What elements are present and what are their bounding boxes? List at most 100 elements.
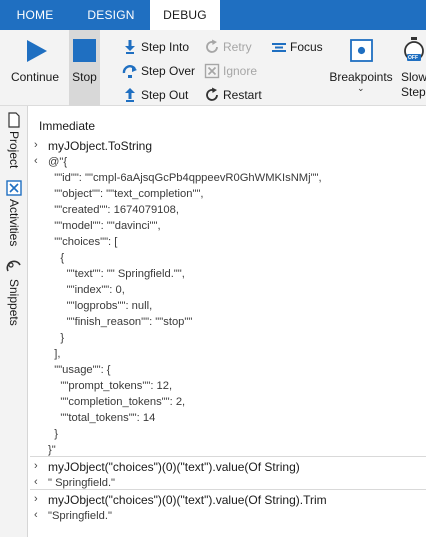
output-text: ""object"": ""text_completion"",	[48, 188, 204, 200]
step-into-button[interactable]: Step Into	[122, 37, 202, 57]
breakpoints-button[interactable]: Breakpoints ⌄	[328, 30, 394, 106]
step-into-label: Step Into	[141, 40, 190, 54]
side-tab-activities[interactable]: Activities	[3, 180, 25, 254]
output-line: ""text"": "" Springfield."",	[30, 267, 426, 281]
step-out-label: Step Out	[141, 88, 189, 102]
output-text: "Springfield."	[48, 510, 112, 522]
output-text: ""finish_reason"": ""stop""	[48, 316, 193, 328]
output-text: {	[48, 252, 65, 264]
immediate-output-area[interactable]: › myJObject.ToString ‹ @"{ ""id"": ""cmpl-6…	[30, 136, 426, 537]
output-line: ‹ "Springfield."	[30, 509, 426, 523]
output-line: ""id"": ""cmpl-6aAjsqGcPb4qppeevR0GhWMKI…	[30, 171, 426, 185]
output-text: }	[48, 332, 65, 344]
output-line: ""prompt_tokens"": 12,	[30, 379, 426, 393]
output-text: " Springfield."	[48, 477, 116, 489]
step-over-button[interactable]: Step Over	[122, 61, 202, 81]
output-line: ‹ @"{	[30, 155, 426, 169]
retry-icon	[206, 39, 218, 53]
output-text: ""id"": ""cmpl-6aAjsqGcPb4qppeevR0GhWMKI…	[48, 172, 322, 184]
input-arrow-icon: ›	[34, 493, 38, 505]
step-over-label: Step Over	[141, 64, 196, 78]
continue-label: Continue	[10, 70, 60, 84]
slow-step-button[interactable]: OFF Slow Step	[398, 30, 426, 106]
retry-label: Retry	[223, 40, 252, 54]
focus-label: Focus	[290, 40, 323, 54]
focus-button[interactable]: Focus	[271, 37, 327, 57]
output-text: ""created"": 1674079108,	[48, 204, 179, 216]
stop-button[interactable]: Stop	[69, 30, 100, 106]
output-text: ""usage"": {	[48, 364, 111, 376]
document-icon	[8, 112, 20, 128]
snippets-icon	[6, 260, 21, 272]
activities-icon	[6, 180, 22, 196]
output-line: {	[30, 251, 426, 265]
command-text: myJObject("choices")(0)("text").value(Of…	[48, 493, 327, 507]
stop-label: Stop	[72, 70, 97, 84]
output-line: }	[30, 331, 426, 345]
output-text: ""text"": "" Springfield."",	[48, 268, 185, 280]
restart-button[interactable]: Restart	[204, 85, 266, 105]
output-line: ""created"": 1674079108,	[30, 203, 426, 217]
ignore-button[interactable]: Ignore	[204, 61, 264, 81]
slow-step-badge: OFF	[408, 55, 418, 61]
output-line: ""index"": 0,	[30, 283, 426, 297]
input-arrow-icon: ›	[34, 460, 38, 472]
output-line: ‹ " Springfield."	[30, 476, 426, 490]
output-text: ""choices"": [	[48, 236, 118, 248]
output-text: ""completion_tokens"": 2,	[48, 396, 186, 408]
output-text: ""index"": 0,	[48, 284, 125, 296]
output-line: ""finish_reason"": ""stop""	[30, 315, 426, 329]
side-tab-project-label: Project	[7, 131, 21, 169]
stop-icon	[73, 39, 96, 62]
debug-ribbon: Continue Stop Step Into Step Over Step O…	[0, 30, 426, 106]
side-tab-snippets[interactable]: Snippets	[3, 260, 25, 330]
side-tab-project[interactable]: Project	[3, 112, 25, 176]
output-text: ""model"": ""davinci"",	[48, 220, 161, 232]
output-text: ""prompt_tokens"": 12,	[48, 380, 173, 392]
step-out-icon	[125, 88, 135, 102]
tab-home[interactable]: HOME	[0, 0, 70, 30]
output-line: ],	[30, 347, 426, 361]
retry-button[interactable]: Retry	[204, 37, 264, 57]
ribbon-tab-bar: HOME DESIGN DEBUG	[0, 0, 426, 30]
side-tab-activities-label: Activities	[7, 199, 21, 247]
output-line: ""completion_tokens"": 2,	[30, 395, 426, 409]
output-line: ""usage"": {	[30, 363, 426, 377]
result-arrow-icon: ‹	[34, 476, 38, 488]
output-text: ],	[48, 348, 61, 360]
breakpoints-icon	[350, 39, 373, 62]
immediate-panel: Immediate › myJObject.ToString ‹ @"{ ""id""…	[30, 112, 426, 537]
command-line: › myJObject("choices")(0)("text").value(O…	[30, 460, 426, 474]
play-icon	[27, 40, 47, 62]
step-into-icon	[125, 40, 135, 54]
step-over-icon	[122, 65, 137, 78]
entry-separator	[30, 456, 426, 457]
step-out-button[interactable]: Step Out	[122, 85, 202, 105]
tab-design[interactable]: DESIGN	[74, 0, 148, 30]
slow-step-label: Slow Step	[401, 70, 426, 99]
chevron-down-icon: ⌄	[357, 83, 365, 93]
command-line: › myJObject("choices")(0)("text").value(O…	[30, 493, 426, 507]
restart-label: Restart	[223, 88, 262, 102]
output-line: }	[30, 427, 426, 441]
result-arrow-icon: ‹	[34, 509, 38, 521]
output-line: ""total_tokens"": 14	[30, 411, 426, 425]
continue-button[interactable]: Continue	[4, 30, 66, 106]
side-tab-snippets-label: Snippets	[7, 279, 21, 326]
output-text: @"{	[48, 156, 68, 168]
command-text: myJObject("choices")(0)("text").value(Of…	[48, 460, 300, 474]
restart-icon	[206, 87, 218, 101]
ignore-icon	[204, 63, 220, 79]
ignore-label: Ignore	[223, 64, 258, 78]
command-text: myJObject.ToString	[48, 139, 153, 153]
output-line: ""model"": ""davinci"",	[30, 219, 426, 233]
focus-icon	[272, 43, 286, 52]
command-line: › myJObject.ToString	[30, 139, 426, 153]
tab-debug[interactable]: DEBUG	[150, 0, 220, 30]
input-arrow-icon: ›	[34, 139, 38, 151]
output-line: ""choices"": [	[30, 235, 426, 249]
output-text: ""total_tokens"": 14	[48, 412, 156, 424]
output-text: ""logprobs"": null,	[48, 300, 153, 312]
result-arrow-icon: ‹	[34, 155, 38, 167]
side-panel-tabs: Project Activities Snippets	[0, 106, 28, 537]
